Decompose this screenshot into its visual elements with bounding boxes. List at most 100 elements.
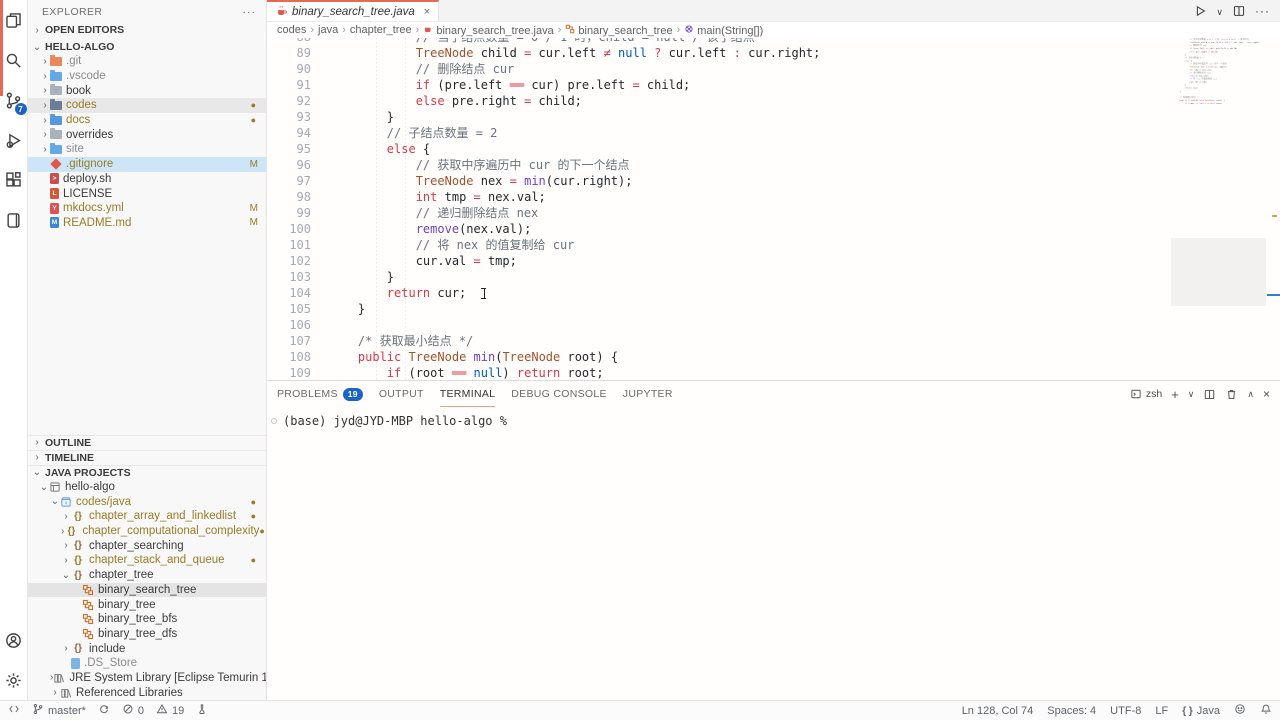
project-row-binary-tree-dfs[interactable]: binary_tree_dfs <box>28 627 266 642</box>
status-warning-icon[interactable]: 19 <box>156 703 184 718</box>
minimap[interactable]: // 当子结点数量 = 0 / 1 时，child = null / 该子结点 … <box>1171 38 1266 380</box>
status-error-icon[interactable]: 0 <box>122 703 144 718</box>
file-row-overrides[interactable]: ›overrides <box>28 127 266 142</box>
chevron-down-icon[interactable]: ∨ <box>1216 4 1223 18</box>
activity-files-icon[interactable] <box>0 0 28 40</box>
code-area[interactable]: 88 // 当子结点数量 = 0 / 1 时，child = null / 该子… <box>267 38 1280 380</box>
code-line-107[interactable]: 107 /* 获取最小结点 */ <box>267 333 1280 349</box>
chevron-up-icon[interactable]: ∧ <box>1247 388 1254 400</box>
activity-run-debug-icon[interactable] <box>0 120 28 160</box>
code-line-108[interactable]: 108 public TreeNode min(TreeNode root) { <box>267 349 1280 365</box>
status-utf-8[interactable]: UTF-8 <box>1110 705 1141 717</box>
code-line-90[interactable]: 90 // 删除结点 cur <box>267 61 1280 77</box>
code-line-94[interactable]: 94 // 子结点数量 = 2 <box>267 125 1280 141</box>
file-row-mkdocs-yml[interactable]: Ymkdocs.ymlM <box>28 201 266 216</box>
file-row-docs[interactable]: ›docs● <box>28 113 266 128</box>
breadcrumb-item-java[interactable]: java <box>318 24 338 36</box>
shell-selector[interactable]: zsh <box>1130 388 1162 400</box>
code-line-109[interactable]: if (root ══ null) return root; <box>1171 102 1266 105</box>
project-row-include[interactable]: ›{}include <box>28 641 266 656</box>
code-line-101[interactable]: 101 // 将 nex 的值复制给 cur <box>267 237 1280 253</box>
status-beaker-icon[interactable] <box>196 703 208 718</box>
file-row--git[interactable]: ›.git <box>28 54 266 69</box>
code-line-96[interactable]: 96 // 获取中序遍历中 cur 的下一个结点 <box>267 157 1280 173</box>
status-remote-icon[interactable] <box>8 703 20 718</box>
breadcrumb-item-binary-search-tree-java[interactable]: binary_search_tree.java <box>423 24 553 37</box>
code-line-104[interactable]: 104 return cur; <box>267 285 1280 301</box>
project-row-referenced-libraries[interactable]: ›Referenced Libraries <box>28 685 266 700</box>
project-row-chapter-computational-complexity[interactable]: ›{}chapter_computational_complexity● <box>28 524 266 539</box>
code-line-89[interactable]: 89 TreeNode child = cur.left ≠ null ? cu… <box>267 45 1280 61</box>
activity-notebook-icon[interactable] <box>0 200 28 240</box>
project-row-binary-tree-bfs[interactable]: binary_tree_bfs <box>28 612 266 627</box>
open-editors-section[interactable]: › OPEN EDITORS <box>28 23 266 37</box>
run-icon[interactable] <box>1193 4 1207 18</box>
code-line-103[interactable]: 103 } <box>267 269 1280 285</box>
code-line-102[interactable]: 102 cur.val = tmp; <box>267 253 1280 269</box>
file-row--gitignore[interactable]: .gitignoreM <box>28 157 266 172</box>
status-bell-icon[interactable] <box>1260 703 1272 718</box>
project-row-binary-tree[interactable]: binary_tree <box>28 597 266 612</box>
project-row-chapter-searching[interactable]: ›{}chapter_searching <box>28 538 266 553</box>
activity-search-icon[interactable] <box>0 40 28 80</box>
activity-account-icon[interactable] <box>0 620 28 660</box>
close-icon[interactable]: × <box>1263 387 1270 401</box>
chevron-down-icon[interactable]: ∨ <box>1188 388 1195 400</box>
tab-binary-search-tree[interactable]: binary_search_tree.java × <box>267 0 439 21</box>
file-row-site[interactable]: ›site <box>28 142 266 157</box>
terminal[interactable]: (base) jyd@JYD-MBP hello-algo % <box>267 407 1280 700</box>
breadcrumb-item-main-string-[interactable]: main(String[]) <box>684 24 763 37</box>
file-row-license[interactable]: LLICENSE <box>28 186 266 201</box>
file-row--vscode[interactable]: ›.vscode <box>28 69 266 84</box>
code-line-105[interactable]: 105 } <box>267 301 1280 317</box>
status-java[interactable]: { }Java <box>1182 705 1220 717</box>
more-actions-icon[interactable]: ··· <box>243 6 257 18</box>
minimap-slider[interactable] <box>1171 238 1266 306</box>
code-line-93[interactable]: 93 } <box>267 109 1280 125</box>
code-line-100[interactable]: 100 remove(nex.val); <box>267 221 1280 237</box>
status-feedback-icon[interactable] <box>1234 703 1246 718</box>
status-spaces-4[interactable]: Spaces: 4 <box>1047 705 1096 717</box>
project-row-jre-system-library-eclipse-temurin-17-17-[interactable]: ›JRE System Library [Eclipse Temurin 17 … <box>28 671 266 686</box>
timeline-section[interactable]: › TIMELINE <box>28 450 266 465</box>
breadcrumb-item-codes[interactable]: codes <box>277 24 306 36</box>
file-row-book[interactable]: ›book <box>28 83 266 98</box>
code-line-95[interactable]: 95 else { <box>267 141 1280 157</box>
code-line-99[interactable]: 99 // 递归删除结点 nex <box>267 205 1280 221</box>
split-panel-icon[interactable] <box>1203 388 1216 401</box>
panel-tab-jupyter[interactable]: JUPYTER <box>623 381 673 407</box>
panel-tab-output[interactable]: OUTPUT <box>379 381 424 407</box>
close-icon[interactable]: × <box>424 6 430 18</box>
code-line-98[interactable]: 98 int tmp = nex.val; <box>267 189 1280 205</box>
code-line-109[interactable]: 109 if (root ══ null) return root; <box>267 365 1280 380</box>
breadcrumb-item-chapter-tree[interactable]: chapter_tree <box>350 24 412 36</box>
status-sync-icon[interactable] <box>98 703 110 718</box>
status-branch-icon[interactable]: master* <box>32 703 86 718</box>
code-line-92[interactable]: 92 else pre.right = child; <box>267 93 1280 109</box>
code-line-88[interactable]: 88 // 当子结点数量 = 0 / 1 时，child = null / 该子… <box>267 38 1280 45</box>
editor-body[interactable]: 88 // 当子结点数量 = 0 / 1 时，child = null / 该子… <box>267 38 1280 380</box>
code-line-106[interactable]: 106 <box>267 317 1280 333</box>
activity-extensions-icon[interactable] <box>0 160 28 200</box>
project-row--ds-store[interactable]: .DS_Store <box>28 656 266 671</box>
code-line-97[interactable]: 97 TreeNode nex = min(cur.right); <box>267 173 1280 189</box>
split-editor-icon[interactable] <box>1232 4 1246 18</box>
breadcrumb-item-binary-search-tree[interactable]: binary_search_tree <box>565 24 672 37</box>
panel-tab-debug-console[interactable]: DEBUG CONSOLE <box>511 381 607 407</box>
more-icon[interactable]: ··· <box>1255 4 1270 18</box>
activity-source-control-icon[interactable]: 7 <box>0 80 28 120</box>
project-row-codes-java[interactable]: ⌄codes/java● <box>28 494 266 509</box>
status-ln-128-col-74[interactable]: Ln 128, Col 74 <box>962 705 1034 717</box>
status-lf[interactable]: LF <box>1155 705 1168 717</box>
project-row-chapter-stack-and-queue[interactable]: ›{}chapter_stack_and_queue● <box>28 553 266 568</box>
plus-icon[interactable]: + <box>1171 387 1179 402</box>
outline-section[interactable]: › OUTLINE <box>28 435 266 450</box>
activity-settings-gear-icon[interactable] <box>0 660 28 700</box>
file-row-readme-md[interactable]: MREADME.mdM <box>28 216 266 231</box>
project-row-binary-search-tree[interactable]: binary_search_tree <box>28 583 266 598</box>
trash-icon[interactable] <box>1225 388 1238 401</box>
project-root-section[interactable]: ⌄ HELLO-ALGO <box>28 40 266 54</box>
project-row-chapter-array-and-linkedlist[interactable]: ›{}chapter_array_and_linkedlist● <box>28 509 266 524</box>
code-line-91[interactable]: 91 if (pre.left ══ cur) pre.left = child… <box>267 77 1280 93</box>
file-row-deploy-sh[interactable]: >deploy.sh <box>28 172 266 187</box>
